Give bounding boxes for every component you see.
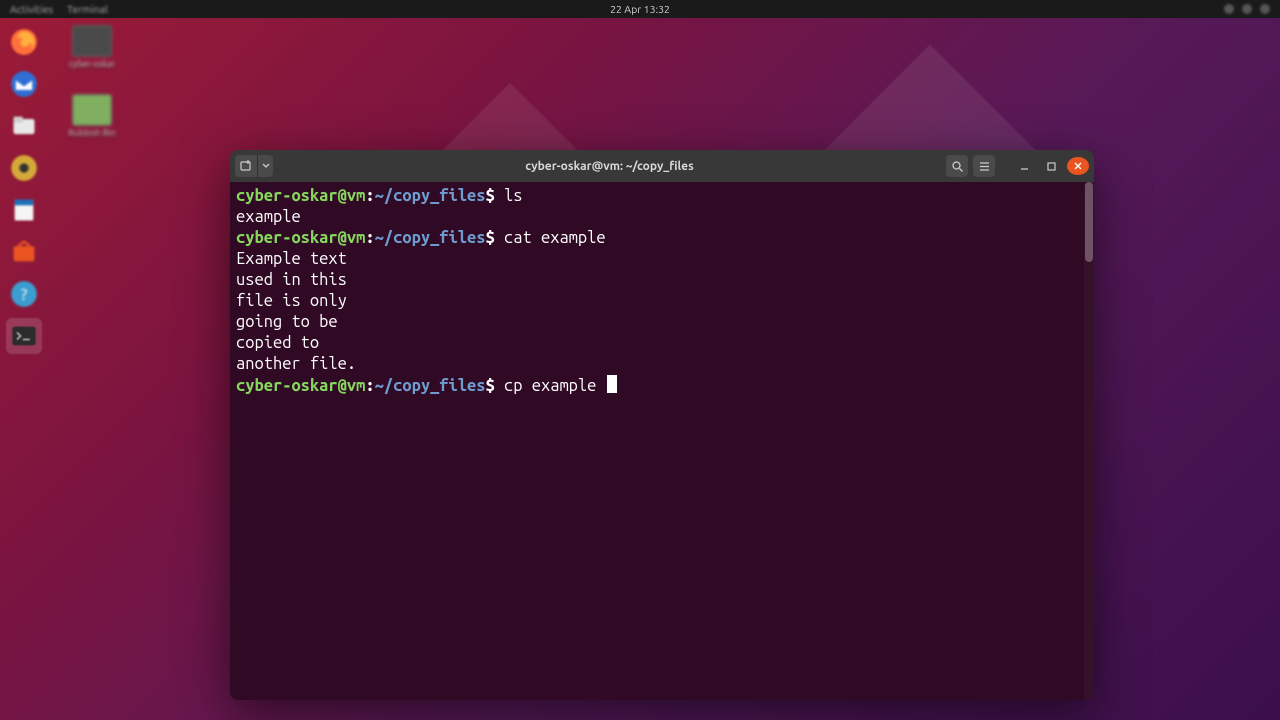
close-icon bbox=[1073, 161, 1083, 171]
help-icon: ? bbox=[10, 280, 38, 308]
window-title: cyber-oskar@vm: ~/copy_files bbox=[277, 160, 942, 173]
network-indicator-icon[interactable] bbox=[1224, 4, 1234, 14]
svg-text:?: ? bbox=[21, 286, 27, 304]
close-button[interactable] bbox=[1067, 157, 1089, 175]
terminal-window: cyber-oskar@vm: ~/copy_files cyber-oskar… bbox=[230, 150, 1094, 700]
desktop-icon-label: Rubbish Bin bbox=[68, 128, 116, 138]
dock-help[interactable]: ? bbox=[6, 276, 42, 312]
prompt-dollar: $ bbox=[486, 377, 504, 395]
dock-software[interactable] bbox=[6, 234, 42, 270]
libreoffice-writer-icon bbox=[10, 196, 38, 224]
prompt-user-host: cyber-oskar@vm bbox=[236, 187, 365, 205]
clock[interactable]: 22 Apr 13:32 bbox=[610, 3, 670, 15]
prompt-colon: : bbox=[365, 377, 374, 395]
desktop-icons: cyber-oskar Rubbish Bin bbox=[62, 25, 122, 138]
menu-button[interactable] bbox=[973, 155, 995, 177]
output-line: example bbox=[236, 208, 301, 226]
software-icon bbox=[10, 238, 38, 266]
dock-writer[interactable] bbox=[6, 192, 42, 228]
focused-app-menu[interactable]: Terminal bbox=[67, 3, 108, 15]
rhythmbox-icon bbox=[10, 154, 38, 182]
prompt-user-host: cyber-oskar@vm bbox=[236, 377, 365, 395]
maximize-button[interactable] bbox=[1040, 155, 1062, 177]
power-indicator-icon[interactable] bbox=[1260, 4, 1270, 14]
prompt-path: ~/copy_files bbox=[375, 229, 486, 247]
prompt-dollar: $ bbox=[486, 229, 504, 247]
trash-icon bbox=[72, 94, 112, 126]
prompt-dollar: $ bbox=[486, 187, 504, 205]
files-icon bbox=[10, 112, 38, 140]
activities-button[interactable]: Activities bbox=[10, 3, 53, 15]
new-tab-icon bbox=[239, 159, 253, 173]
terminal-output-area[interactable]: cyber-oskar@vm:~/copy_files$ ls example … bbox=[230, 182, 1094, 700]
firefox-icon bbox=[10, 28, 38, 56]
minimize-button[interactable] bbox=[1013, 155, 1035, 177]
output-line: used in this bbox=[236, 271, 347, 289]
search-icon bbox=[951, 160, 964, 173]
output-line: file is only bbox=[236, 292, 347, 310]
prompt-user-host: cyber-oskar@vm bbox=[236, 229, 365, 247]
output-line: copied to bbox=[236, 334, 319, 352]
dock-thunderbird[interactable] bbox=[6, 66, 42, 102]
minimize-icon bbox=[1019, 161, 1030, 172]
chevron-down-icon bbox=[262, 162, 270, 170]
terminal-scrollbar[interactable] bbox=[1084, 182, 1094, 700]
terminal-icon bbox=[10, 322, 38, 350]
terminal-titlebar[interactable]: cyber-oskar@vm: ~/copy_files bbox=[230, 150, 1094, 182]
new-tab-dropdown[interactable] bbox=[257, 155, 273, 177]
prompt-path: ~/copy_files bbox=[375, 187, 486, 205]
desktop-icon-label: cyber-oskar bbox=[69, 59, 115, 69]
maximize-icon bbox=[1046, 161, 1057, 172]
terminal-cursor bbox=[607, 375, 617, 393]
command-text: cp example bbox=[504, 377, 606, 395]
folder-icon bbox=[72, 25, 112, 57]
dock-firefox[interactable] bbox=[6, 24, 42, 60]
command-text: cat example bbox=[504, 229, 606, 247]
hamburger-icon bbox=[978, 160, 991, 173]
gnome-top-bar: Activities Terminal 22 Apr 13:32 bbox=[0, 0, 1280, 18]
dock-rhythmbox[interactable] bbox=[6, 150, 42, 186]
dock-files[interactable] bbox=[6, 108, 42, 144]
ubuntu-dock: ? bbox=[0, 18, 48, 720]
prompt-colon: : bbox=[365, 229, 374, 247]
prompt-path: ~/copy_files bbox=[375, 377, 486, 395]
thunderbird-icon bbox=[10, 70, 38, 98]
desktop-home-folder[interactable]: cyber-oskar bbox=[62, 25, 122, 69]
search-button[interactable] bbox=[946, 155, 968, 177]
command-text: ls bbox=[504, 187, 522, 205]
scrollbar-thumb[interactable] bbox=[1085, 182, 1093, 262]
dock-terminal[interactable] bbox=[6, 318, 42, 354]
output-line: Example text bbox=[236, 250, 347, 268]
prompt-colon: : bbox=[365, 187, 374, 205]
desktop-trash[interactable]: Rubbish Bin bbox=[62, 94, 122, 138]
output-line: going to be bbox=[236, 313, 338, 331]
output-line: another file. bbox=[236, 355, 356, 373]
new-tab-button[interactable] bbox=[235, 155, 257, 177]
volume-indicator-icon[interactable] bbox=[1242, 4, 1252, 14]
